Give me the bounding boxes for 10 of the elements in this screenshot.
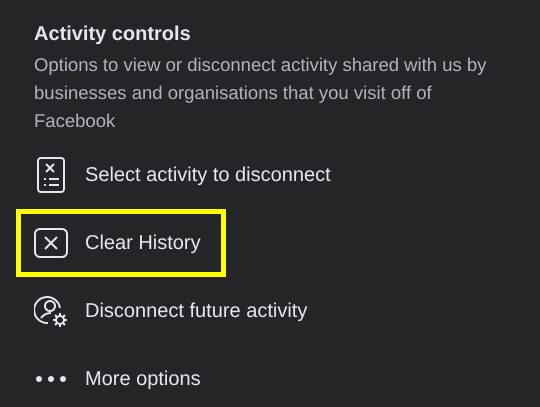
person-gear-icon [34, 294, 68, 328]
menu-item[interactable]: Disconnect future activity [16, 277, 496, 345]
checklist-document-icon [34, 157, 68, 193]
section-title: Activity controls [34, 22, 192, 47]
menu-item[interactable]: Select activity to disconnect [16, 141, 496, 209]
highlighted-menu-item[interactable]: Clear History [16, 209, 226, 277]
more-icon [34, 375, 68, 383]
menu-item[interactable]: More options [16, 345, 496, 407]
close-icon [34, 228, 68, 258]
section-description: Options to view or disconnect activity shared with us by businesses and organisations that you visit off of Facebook [34, 53, 488, 133]
